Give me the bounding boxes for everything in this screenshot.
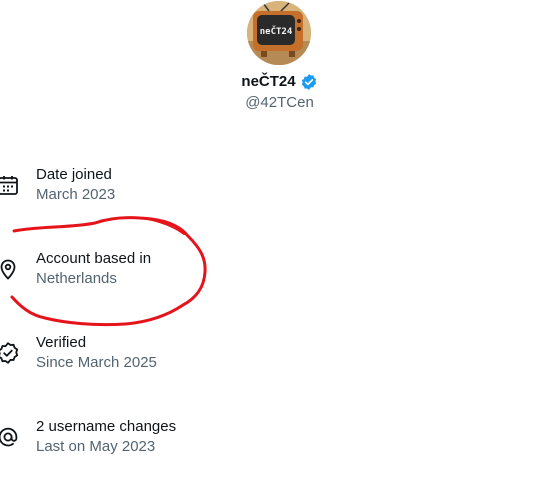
detail-date-joined: Date joined March 2023 xyxy=(0,165,535,215)
tv-logo-icon: neČT24 xyxy=(247,1,311,65)
svg-text:neČT24: neČT24 xyxy=(260,25,293,37)
verified-badge-icon[interactable] xyxy=(300,73,318,91)
verified-check-icon xyxy=(0,341,20,365)
detail-subtitle: March 2023 xyxy=(36,186,116,203)
detail-subtitle: Since March 2025 xyxy=(36,354,157,371)
detail-title: Date joined xyxy=(36,166,112,183)
detail-title: Account based in xyxy=(36,250,152,267)
avatar[interactable]: neČT24 xyxy=(247,1,311,65)
username-handle[interactable]: @42TCen xyxy=(0,93,535,113)
detail-username-changes: 2 username changes Last on May 2023 xyxy=(0,417,535,467)
detail-subtitle: Netherlands xyxy=(36,270,117,287)
detail-title: Verified xyxy=(36,334,87,351)
calendar-icon xyxy=(0,173,20,197)
name-row: neČT24 xyxy=(0,72,535,92)
location-pin-icon xyxy=(0,257,20,281)
detail-subtitle: Last on May 2023 xyxy=(36,438,156,455)
at-sign-icon xyxy=(0,425,20,449)
detail-account-based-in: Account based in Netherlands xyxy=(0,249,535,299)
detail-title: 2 username changes xyxy=(36,418,177,435)
detail-verified: Verified Since March 2025 xyxy=(0,333,535,383)
display-name[interactable]: neČT24 xyxy=(241,72,295,92)
